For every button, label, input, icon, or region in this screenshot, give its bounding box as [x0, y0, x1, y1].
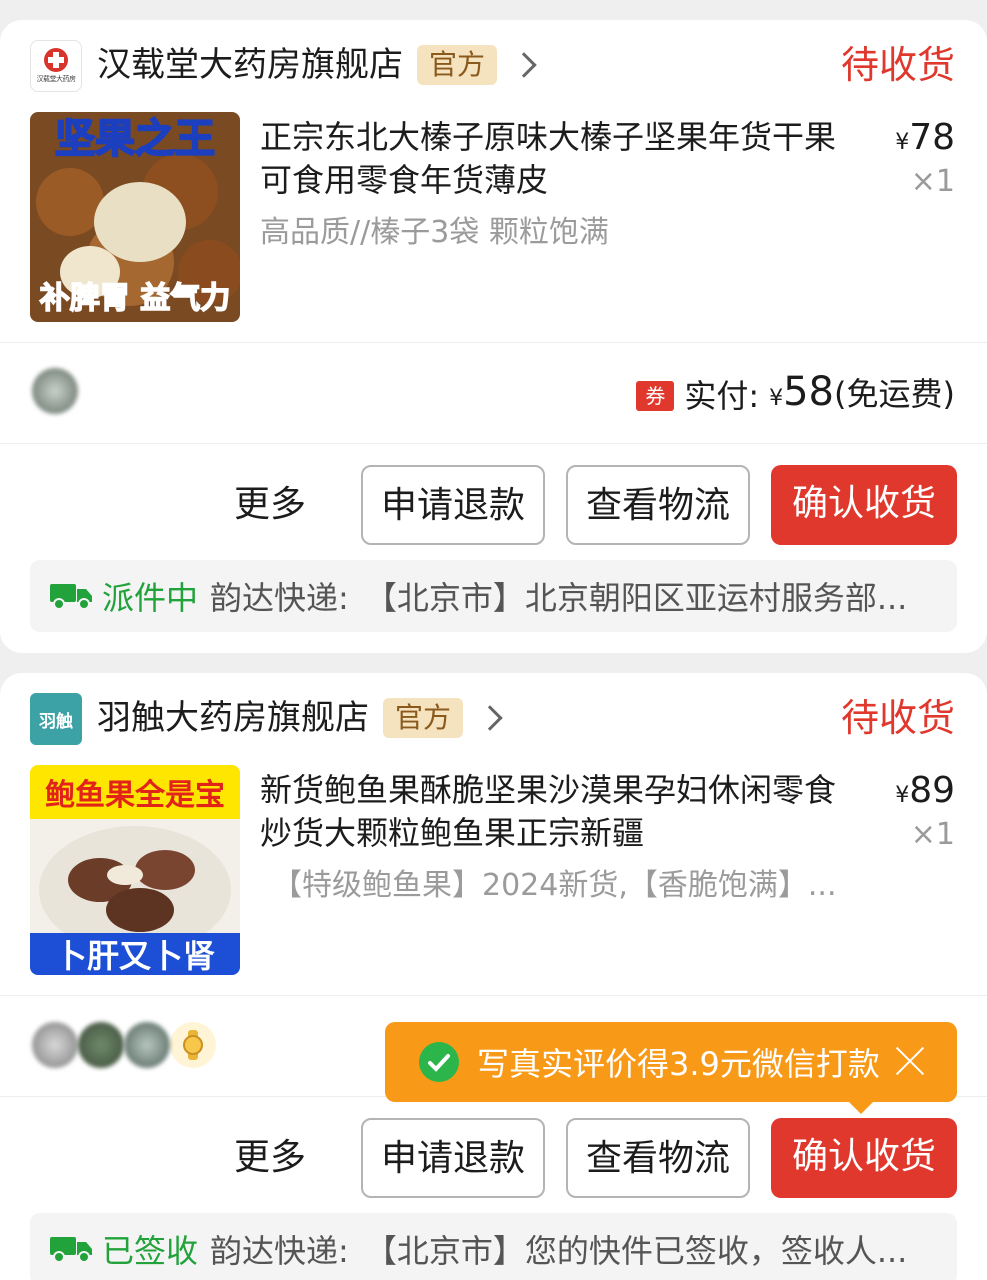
shipping-note: (免运费) — [834, 375, 955, 413]
currency-symbol: ¥ — [769, 386, 784, 411]
recommend-avatars[interactable] — [32, 1022, 216, 1068]
currency-symbol: ¥ — [895, 783, 910, 808]
confirm-receipt-button[interactable]: 确认收货 — [771, 465, 957, 545]
price-value: 89 — [909, 770, 955, 811]
product-quantity: ×1 — [910, 817, 955, 852]
thumb-top-text: 坚果之王 — [55, 116, 215, 162]
truck-icon — [50, 1237, 92, 1263]
logistics-detail: 【北京市】北京朝阳区亚运村服务部... — [364, 579, 908, 617]
paid-label: 实付: — [684, 376, 760, 415]
more-button[interactable]: 更多 — [234, 466, 306, 544]
view-logistics-button[interactable]: 查看物流 — [566, 1118, 750, 1198]
avatar[interactable] — [124, 1022, 170, 1068]
chevron-right-icon[interactable] — [511, 52, 537, 78]
pharmacy-cross-icon — [44, 48, 68, 72]
truck-icon — [50, 584, 92, 610]
product-quantity: ×1 — [910, 164, 955, 199]
watch-icon[interactable] — [170, 1022, 216, 1068]
courier-name: 韵达快递: — [210, 579, 349, 617]
order-status: 待收货 — [840, 696, 955, 740]
product-spec: 高品质//榛子3袋 颗粒饱满 — [260, 215, 609, 250]
avatar[interactable] — [78, 1022, 124, 1068]
coupon-icon: 券 — [636, 380, 675, 411]
shop-logo[interactable]: 汉载堂大药房 — [30, 40, 82, 92]
official-badge: 官方 — [383, 698, 464, 738]
divider — [0, 342, 987, 343]
product-title[interactable]: 新货鲍鱼果酥脆坚果沙漠果孕妇休闲零食炒货大颗粒鲍鱼果正宗新疆 — [260, 769, 850, 855]
logistics-bar[interactable]: 已签收 韵达快递: 【北京市】您的快件已签收，签收人... — [30, 1213, 957, 1280]
logistics-bar[interactable]: 派件中 韵达快递: 【北京市】北京朝阳区亚运村服务部... — [30, 560, 957, 632]
shop-name[interactable]: 汉载堂大药房旗舰店 — [97, 42, 403, 88]
tooltip-text: 写真实评价得3.9元微信打款 — [477, 1045, 880, 1083]
avatar[interactable] — [32, 368, 78, 414]
wechat-pay-icon — [419, 1042, 459, 1082]
official-badge: 官方 — [417, 45, 498, 85]
product-thumbnail[interactable]: 坚果之王 补脾胃 益气力 — [30, 112, 240, 322]
courier-name: 韵达快递: — [210, 1232, 349, 1270]
confirm-receipt-button[interactable]: 确认收货 — [771, 1118, 957, 1198]
paid-amount: 58 — [783, 369, 835, 415]
product-title[interactable]: 正宗东北大榛子原味大榛子坚果年货干果可食用零食年货薄皮 — [260, 116, 850, 202]
review-reward-tooltip[interactable]: 写真实评价得3.9元微信打款 — [385, 1022, 957, 1114]
divider — [0, 443, 987, 444]
logistics-status: 已签收 — [102, 1232, 199, 1270]
order-status: 待收货 — [840, 43, 955, 87]
shop-header[interactable]: 羽触大药房旗舰店 官方 — [97, 695, 503, 741]
order-card[interactable]: 羽触 羽触大药房旗舰店 官方 待收货 鲍鱼果全是宝 卜肝又卜肾 新货鲍鱼果酥脆坚… — [0, 673, 987, 1280]
price-value: 78 — [909, 117, 955, 158]
currency-symbol: ¥ — [895, 130, 910, 155]
logistics-detail: 【北京市】您的快件已签收，签收人... — [364, 1232, 908, 1270]
thumb-bottom-text: 补脾胃 益气力 — [40, 281, 230, 316]
product-spec: 【特级鲍鱼果】2024新货,【香脆饱满】... — [272, 868, 837, 903]
apply-refund-button[interactable]: 申请退款 — [361, 465, 545, 545]
logistics-status: 派件中 — [102, 579, 199, 617]
chevron-right-icon[interactable] — [477, 705, 503, 731]
view-logistics-button[interactable]: 查看物流 — [566, 465, 750, 545]
recommend-avatars[interactable] — [32, 368, 78, 414]
thumb-bottom-text: 卜肝又卜肾 — [55, 937, 215, 975]
avatar[interactable] — [32, 1022, 78, 1068]
product-price: ¥78 — [895, 116, 955, 164]
thumb-top-text: 鲍鱼果全是宝 — [45, 778, 225, 813]
divider — [0, 995, 987, 996]
order-card[interactable]: 汉载堂大药房 汉载堂大药房旗舰店 官方 待收货 坚果之王 补脾胃 益气力 正宗东… — [0, 20, 987, 653]
shop-name[interactable]: 羽触大药房旗舰店 — [97, 695, 369, 741]
shop-logo[interactable]: 羽触 — [30, 693, 82, 745]
shop-header[interactable]: 汉载堂大药房旗舰店 官方 — [97, 42, 537, 88]
shop-logo-text: 汉载堂大药房 — [36, 75, 77, 83]
apply-refund-button[interactable]: 申请退款 — [361, 1118, 545, 1198]
more-button[interactable]: 更多 — [234, 1119, 306, 1197]
product-price: ¥89 — [895, 769, 955, 817]
product-thumbnail[interactable]: 鲍鱼果全是宝 卜肝又卜肾 — [30, 765, 240, 975]
close-icon[interactable] — [893, 1044, 927, 1078]
payment-summary: 券 实付: ¥58(免运费) — [636, 370, 955, 421]
